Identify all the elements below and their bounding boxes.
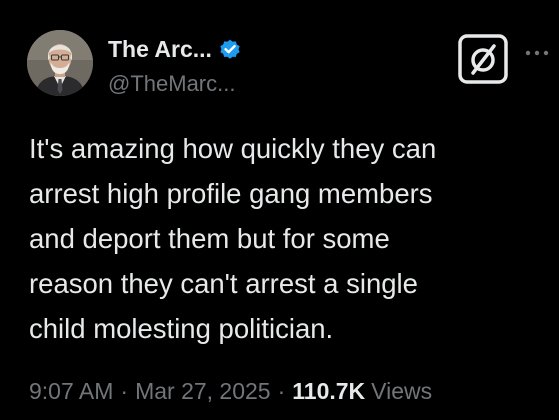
avatar[interactable] xyxy=(27,30,93,96)
author-handle[interactable]: @TheMarc... xyxy=(108,71,235,97)
grok-icon[interactable] xyxy=(457,33,509,85)
tweet-text-line: arrest high profile gang members xyxy=(29,178,433,209)
tweet-text-line: reason they can't arrest a single xyxy=(29,268,418,299)
tweet-meta: 9:07 AM · Mar 27, 2025 · 110.7K Views xyxy=(29,378,432,405)
author-name-row: The Arc... xyxy=(108,34,242,64)
meta-separator: · xyxy=(277,378,286,404)
tweet-text: It's amazing how quickly they can arrest… xyxy=(29,126,539,351)
meta-separator: · xyxy=(120,378,129,404)
views-count[interactable]: 110.7K xyxy=(292,378,365,405)
verified-badge-icon[interactable] xyxy=(218,37,242,61)
views-label: Views xyxy=(371,378,433,404)
tweet-card: The Arc... @TheMarc... It's amazing how … xyxy=(0,0,559,420)
tweet-date[interactable]: Mar 27, 2025 xyxy=(135,378,271,405)
profile-photo-icon xyxy=(27,30,93,96)
tweet-text-line: and deport them but for some xyxy=(29,223,390,254)
tweet-text-line: It's amazing how quickly they can xyxy=(29,133,437,164)
tweet-text-line: child molesting politician. xyxy=(29,313,334,344)
author-display-name[interactable]: The Arc... xyxy=(108,36,212,63)
tweet-time[interactable]: 9:07 AM xyxy=(29,378,113,405)
more-options-icon[interactable] xyxy=(524,46,550,58)
